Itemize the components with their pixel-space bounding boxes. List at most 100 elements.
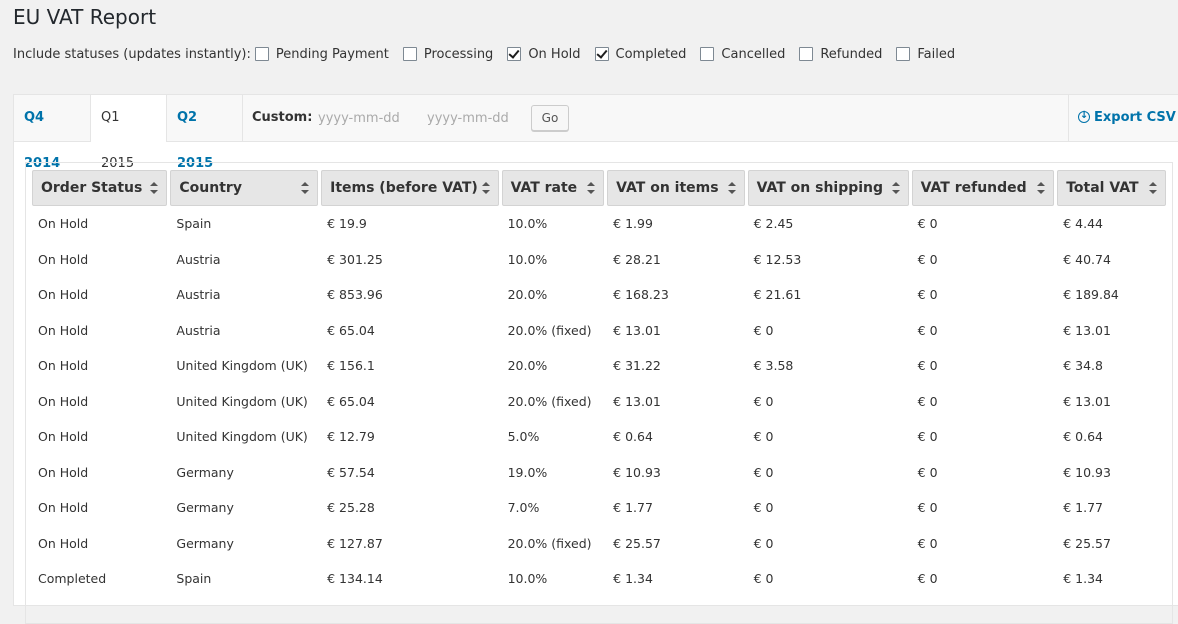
table-cell: Spain — [176, 216, 212, 232]
status-label: On Hold — [528, 46, 581, 62]
status-option-refunded[interactable]: Refunded — [799, 47, 882, 62]
custom-start-date-input[interactable] — [318, 108, 418, 128]
table-cell: € 25.57 — [613, 535, 661, 551]
status-checkbox-pending-payment[interactable] — [254, 47, 269, 61]
column-header-label: VAT on items — [616, 180, 719, 196]
table-cell: € 0 — [917, 216, 938, 232]
table-row: On Hold Austria € 853.96 20.0% € 168.23 € 21.… — [32, 277, 1166, 313]
column-header-total-vat[interactable]: Total VAT — [1057, 170, 1166, 206]
page-title: EU VAT Report — [13, 5, 157, 29]
table-cell: 10.0% — [507, 251, 548, 267]
status-option-processing[interactable]: Processing — [402, 47, 493, 62]
go-button[interactable]: Go — [531, 105, 569, 131]
table-cell: Spain — [176, 571, 212, 587]
column-header-vat-on-items[interactable]: VAT on items — [607, 170, 745, 206]
table-row: On Hold Spain € 19.9 10.0% € 1.99 € 2.45 € 0 € … — [32, 206, 1166, 242]
vat-table-container: Order Status Country Items (before VAT) VAT… — [25, 162, 1173, 624]
table-cell: 19.0% — [507, 464, 548, 480]
table-cell: € 65.04 — [327, 322, 375, 338]
status-checkbox-cancelled[interactable] — [700, 47, 715, 61]
table-cell: € 134.14 — [327, 571, 383, 587]
download-icon — [1078, 108, 1090, 124]
table-cell: € 0 — [753, 464, 774, 480]
table-cell: € 19.9 — [327, 216, 367, 232]
table-cell: 20.0% (fixed) — [507, 535, 592, 551]
table-cell: € 1.77 — [613, 500, 653, 516]
status-checkbox-failed[interactable] — [896, 47, 911, 61]
table-cell: On Hold — [38, 287, 89, 303]
sort-icon — [150, 182, 159, 194]
table-cell: € 13.01 — [613, 393, 661, 409]
status-checkbox-on-hold[interactable] — [507, 47, 522, 61]
table-row: On Hold Austria € 65.04 20.0% (fixed) € 13.0… — [32, 313, 1166, 349]
column-header-label: Total VAT — [1066, 180, 1139, 196]
table-cell: € 40.74 — [1063, 251, 1111, 267]
table-cell: € 0 — [917, 464, 938, 480]
table-cell: € 25.28 — [327, 500, 375, 516]
status-filter-label: Include statuses (updates instantly): — [13, 46, 251, 62]
status-option-failed[interactable]: Failed — [896, 47, 955, 62]
table-cell: 20.0% — [507, 358, 548, 374]
table-cell: € 0 — [753, 571, 774, 587]
table-cell: € 12.79 — [327, 429, 375, 445]
status-label: Completed — [615, 46, 687, 62]
table-cell: € 12.53 — [753, 251, 802, 267]
table-cell: On Hold — [38, 429, 89, 445]
table-cell: € 0 — [917, 393, 938, 409]
table-cell: 7.0% — [507, 500, 540, 516]
custom-range-label: Custom: — [252, 110, 313, 125]
table-cell: € 1.34 — [1063, 571, 1103, 587]
table-cell: 20.0% (fixed) — [507, 393, 592, 409]
table-row: On Hold Germany € 25.28 7.0% € 1.77 € 0 € 0 € 1… — [32, 490, 1166, 526]
tab-q2-2015[interactable]: Q2 2015 — [167, 95, 243, 171]
column-header-order-status[interactable]: Order Status — [32, 170, 168, 206]
status-option-on-hold[interactable]: On Hold — [507, 46, 581, 62]
table-cell: Austria — [176, 251, 221, 267]
table-cell: € 34.8 — [1063, 358, 1103, 374]
table-row: On Hold Germany € 57.54 19.0% € 10.93 € 0 € 0 €… — [32, 455, 1166, 491]
export-csv-label: Export CSV — [1094, 110, 1176, 125]
table-cell: € 189.84 — [1063, 287, 1119, 303]
column-header-vat-on-shipping[interactable]: VAT on shipping — [747, 170, 909, 206]
column-header-country[interactable]: Country — [170, 170, 319, 206]
column-header-vat-rate[interactable]: VAT rate — [501, 170, 605, 206]
sort-icon — [1149, 182, 1157, 194]
table-row: On Hold Germany € 127.87 20.0% (fixed) € 25.… — [32, 526, 1166, 562]
column-header-label: Items (before VAT) — [330, 180, 478, 196]
table-cell: 5.0% — [507, 429, 540, 445]
status-option-pending-payment[interactable]: Pending Payment — [254, 47, 389, 62]
table-row: On Hold United Kingdom (UK) € 65.04 20.0% (… — [32, 384, 1166, 420]
status-checkbox-completed[interactable] — [594, 47, 609, 61]
table-cell: € 2.45 — [753, 216, 794, 232]
column-header-label: Country — [179, 180, 242, 196]
status-checkbox-processing[interactable] — [402, 47, 417, 61]
tab-q4-2014[interactable]: Q4 2014 — [14, 95, 91, 171]
column-header-label: VAT refunded — [920, 180, 1027, 196]
status-label: Failed — [917, 46, 956, 62]
status-label: Refunded — [820, 46, 883, 62]
table-cell: € 0 — [753, 500, 774, 516]
table-cell: € 0.64 — [613, 429, 653, 445]
table-cell: € 127.87 — [327, 535, 383, 551]
table-cell: 20.0% — [507, 287, 548, 303]
table-row: Completed Spain € 134.14 10.0% € 1.34 € 0 € 0 €… — [32, 561, 1166, 597]
status-checkbox-refunded[interactable] — [799, 47, 814, 61]
status-option-completed[interactable]: Completed — [594, 46, 687, 62]
table-cell: € 13.01 — [613, 322, 661, 338]
table-cell: € 4.44 — [1063, 216, 1103, 232]
table-cell: 10.0% — [507, 216, 548, 232]
sort-icon — [301, 182, 310, 194]
status-option-cancelled[interactable]: Cancelled — [700, 47, 785, 62]
table-cell: On Hold — [38, 464, 89, 480]
table-cell: On Hold — [38, 500, 89, 516]
column-header-items-before-vat[interactable]: Items (before VAT) — [321, 170, 499, 206]
period-tabbar: Q4 2014 Q1 2015 Q2 2015 Custom: Go Expor… — [14, 95, 1178, 171]
table-cell: Austria — [176, 322, 221, 338]
column-header-vat-refunded[interactable]: VAT refunded — [911, 170, 1055, 206]
table-cell: € 168.23 — [613, 287, 669, 303]
tab-q1-2015[interactable]: Q1 2015 — [91, 95, 167, 171]
table-cell: € 0 — [917, 251, 938, 267]
custom-end-date-input[interactable] — [427, 108, 527, 128]
status-label: Cancelled — [721, 46, 786, 62]
export-csv-button[interactable]: Export CSV — [1068, 95, 1178, 141]
